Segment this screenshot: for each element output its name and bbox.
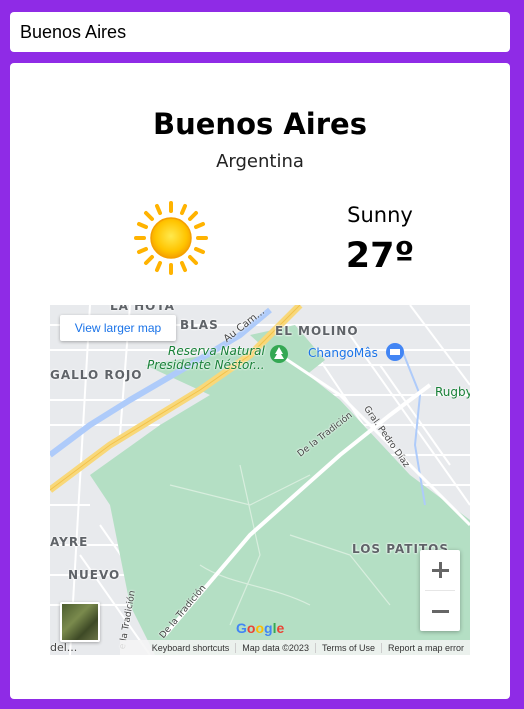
map-data-text: Map data ©2023	[235, 642, 315, 653]
map-label-gallo-rojo: GALLO ROJO	[50, 368, 143, 382]
temperature: 27º	[345, 236, 415, 276]
plus-icon	[432, 562, 449, 578]
map-zoom-controls	[420, 550, 460, 631]
map-embed[interactable]: LA HOTA BLAS Au Cam... EL MOLINO Reserva…	[50, 305, 470, 655]
map-label-blas: BLAS	[180, 318, 219, 332]
map-label-del: del...	[50, 641, 78, 654]
terms-of-use-link[interactable]: Terms of Use	[314, 642, 381, 653]
view-larger-map-link[interactable]: View larger map	[60, 315, 176, 341]
satellite-toggle-thumbnail[interactable]	[60, 602, 100, 642]
weather-condition: Sunny	[347, 203, 413, 227]
map-label-presidente: Presidente Néstor...	[147, 358, 265, 372]
map-label-nuevo: NUEVO	[68, 568, 121, 582]
city-search-input[interactable]	[10, 12, 510, 52]
zoom-in-button[interactable]	[420, 550, 460, 590]
sun-icon	[134, 201, 208, 275]
map-attribution-bar: Keyboard shortcuts Map data ©2023 Terms …	[120, 640, 470, 655]
keyboard-shortcuts-link[interactable]: Keyboard shortcuts	[146, 643, 236, 653]
map-label-reserva: Reserva Natural	[168, 344, 265, 358]
zoom-out-button[interactable]	[420, 591, 460, 631]
google-logo: Google	[236, 620, 285, 636]
report-map-error-link[interactable]: Report a map error	[380, 642, 470, 653]
weather-card: Buenos Aires Argentina Sunny 27º LA HOTA…	[10, 63, 510, 699]
map-label-la-hota: LA HOTA	[110, 305, 175, 313]
map-label-el-molino: EL MOLINO	[275, 324, 359, 338]
country-name: Argentina	[216, 151, 304, 172]
map-label-ayre: AYRE	[50, 535, 89, 549]
city-name: Buenos Aires	[153, 107, 367, 141]
minus-icon	[432, 610, 449, 613]
map-label-rugby: Rugby	[435, 385, 470, 399]
map-label-chango: ChangoMâs	[308, 346, 378, 360]
